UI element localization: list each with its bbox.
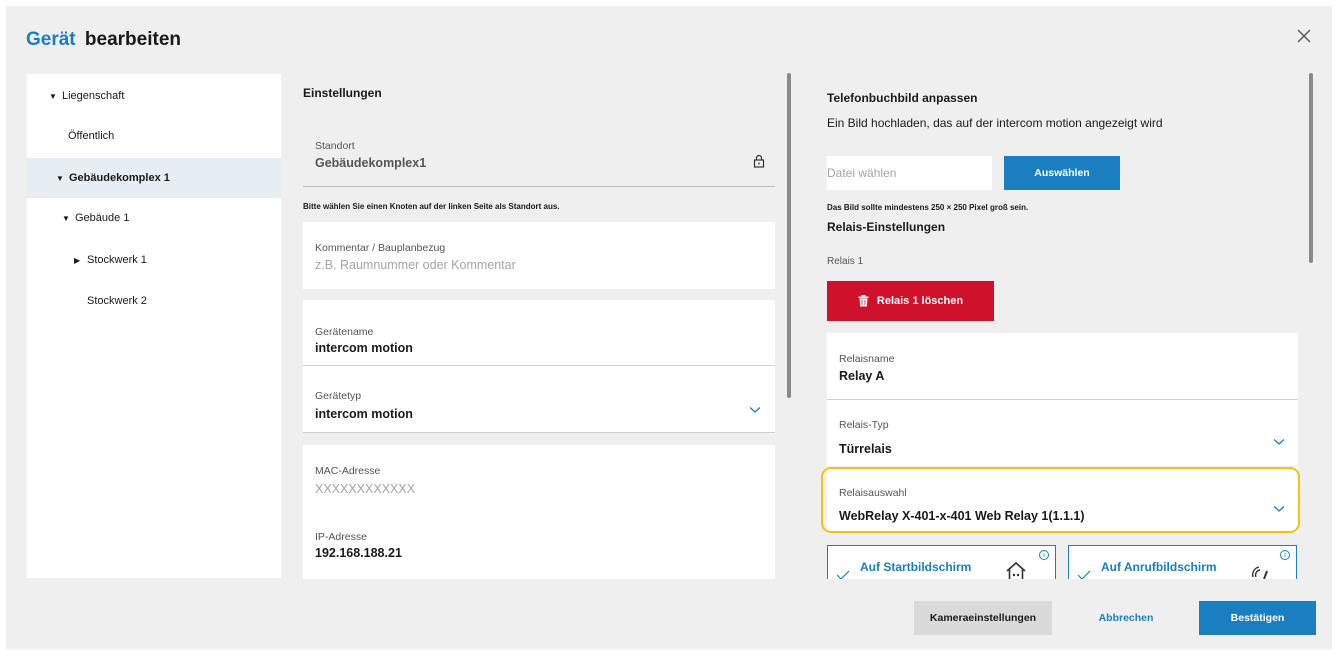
confirm-button[interactable]: Bestätigen (1199, 601, 1316, 635)
location-note: Bitte wählen Sie einen Knoten auf der li… (303, 202, 560, 211)
cancel-button[interactable]: Abbrechen (1086, 601, 1166, 635)
location-tree: ▼ Liegenschaft Öffentlich ▼ Gebäudekompl… (27, 74, 281, 578)
tree-item-stockwerk-1[interactable]: ▶ Stockwerk 1 (27, 240, 281, 280)
camera-settings-button[interactable]: Kameraeinstellungen (914, 601, 1052, 635)
device-name-label: Gerätename (315, 326, 374, 338)
lock-icon (753, 154, 765, 168)
title-rest: bearbeiten (84, 29, 182, 50)
settings-heading: Einstellungen (303, 86, 382, 100)
location-label: Standort (315, 140, 355, 152)
tree-item-label: Stockwerk 1 (87, 254, 147, 266)
middle-scrollbar[interactable] (787, 73, 791, 398)
dialog-title: Gerät bearbeiten (26, 29, 181, 51)
home-icon (1006, 561, 1026, 579)
device-type-select[interactable]: Gerätetyp intercom motion (303, 366, 775, 433)
comment-label: Kommentar / Bauplanbezug (315, 242, 446, 254)
relay-name-field[interactable]: Relaisname Relay A (827, 333, 1298, 400)
close-icon[interactable] (1294, 26, 1314, 46)
comment-placeholder: z.B. Raumnummer oder Kommentar (315, 258, 516, 272)
phonebook-heading: Telefonbuchbild anpassen (827, 91, 978, 105)
edit-device-dialog: Gerät bearbeiten ▼ Liegenschaft Öffentli… (6, 6, 1332, 649)
caret-right-icon: ▶ (74, 255, 81, 265)
location-value: Gebäudekomplex1 (315, 156, 427, 170)
caret-down-icon: ▼ (49, 91, 57, 101)
device-name-value: intercom motion (315, 341, 413, 355)
card-start-title: Auf Startbildschirm (860, 560, 972, 574)
tree-item-gebaeude-1[interactable]: ▼ Gebäude 1 (27, 198, 281, 238)
relay-settings-heading: Relais-Einstellungen (827, 220, 946, 234)
relay-type-value: Türrelais (839, 442, 892, 456)
info-icon[interactable]: i (1280, 550, 1290, 560)
tree-item-label: Stockwerk 2 (87, 295, 147, 307)
location-field: Standort Gebäudekomplex1 (303, 124, 775, 187)
card-call-screen[interactable]: Auf Anrufbildschirm i (1068, 545, 1297, 579)
relay-1-label: Relais 1 (827, 256, 864, 267)
device-name-field[interactable]: Gerätename intercom motion (303, 300, 775, 366)
mac-placeholder: XXXXXXXXXXXX (315, 482, 416, 496)
mac-address-field[interactable]: MAC-Adresse XXXXXXXXXXXX (303, 445, 775, 507)
card-call-title: Auf Anrufbildschirm (1101, 560, 1217, 574)
title-accent: Gerät (26, 29, 76, 50)
ip-address-field[interactable]: IP-Adresse 192.168.188.21 (303, 507, 775, 579)
card-start-screen[interactable]: Auf Startbildschirm i (827, 545, 1056, 579)
phonebook-description: Ein Bild hochladen, das auf der intercom… (827, 116, 1163, 130)
chevron-down-icon (749, 407, 761, 413)
caret-down-icon: ▼ (62, 213, 70, 223)
check-icon (1077, 570, 1091, 579)
image-size-note: Das Bild sollte mindestens 250 × 250 Pix… (827, 203, 1029, 212)
tree-item-stockwerk-2[interactable]: Stockwerk 2 (27, 281, 281, 321)
device-type-value: intercom motion (315, 407, 413, 421)
right-scrollbar[interactable] (1309, 73, 1313, 263)
tree-item-gebaeudekomplex-1[interactable]: ▼ Gebäudekomplex 1 (27, 158, 281, 198)
mac-label: MAC-Adresse (315, 465, 381, 477)
ip-value: 192.168.188.21 (315, 546, 402, 560)
ip-label: IP-Adresse (315, 531, 367, 543)
file-placeholder: Datei wählen (827, 166, 897, 180)
relay-name-value: Relay A (839, 369, 885, 383)
relay-type-label: Relais-Typ (839, 419, 889, 431)
relay-selection-highlight (821, 467, 1300, 533)
file-input[interactable]: Datei wählen (827, 156, 992, 190)
device-type-label: Gerätetyp (315, 390, 362, 402)
tree-item-oeffentlich[interactable]: Öffentlich (27, 116, 281, 156)
check-icon (836, 570, 850, 579)
tree-item-label: Gebäude 1 (75, 212, 130, 224)
caret-down-icon: ▼ (56, 173, 64, 183)
signal-icon (1252, 566, 1268, 579)
relay-name-label: Relaisname (839, 353, 895, 365)
relay-type-select[interactable]: Relais-Typ Türrelais (827, 400, 1298, 466)
trash-icon (858, 295, 869, 307)
tree-item-label: Gebäudekomplex 1 (69, 172, 170, 184)
delete-relay-button[interactable]: Relais 1 löschen (827, 281, 994, 321)
chevron-down-icon (1273, 439, 1285, 445)
tree-item-label: Liegenschaft (62, 90, 125, 102)
select-file-button[interactable]: Auswählen (1004, 156, 1120, 190)
tree-item-label: Öffentlich (68, 130, 115, 142)
comment-field[interactable]: Kommentar / Bauplanbezug z.B. Raumnummer… (303, 222, 775, 289)
delete-relay-label: Relais 1 löschen (876, 295, 964, 307)
info-icon[interactable]: i (1039, 550, 1049, 560)
tree-item-liegenschaft[interactable]: ▼ Liegenschaft (27, 76, 281, 116)
